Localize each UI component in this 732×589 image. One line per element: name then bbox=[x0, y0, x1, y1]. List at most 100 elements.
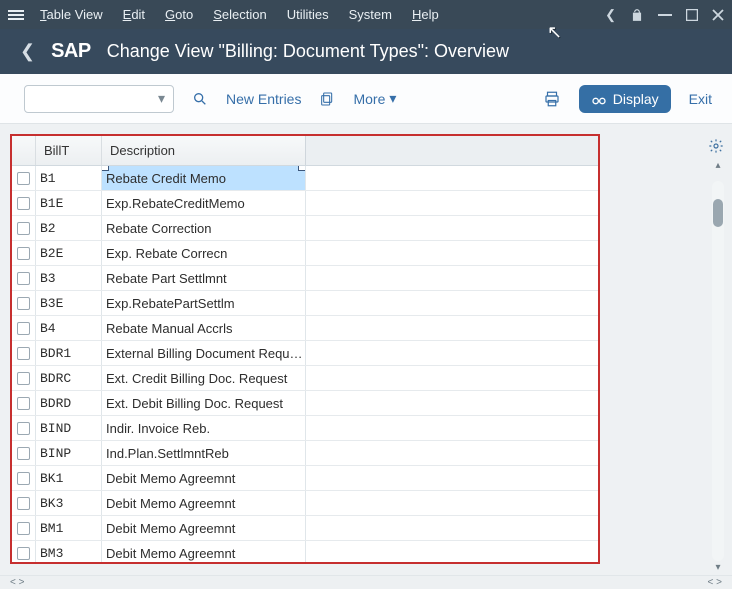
cell-billt[interactable]: B4 bbox=[36, 316, 102, 340]
row-select[interactable] bbox=[12, 491, 36, 515]
table-row[interactable]: BINDIndir. Invoice Reb. bbox=[12, 416, 598, 441]
table-row[interactable]: BM3Debit Memo Agreemnt bbox=[12, 541, 598, 564]
col-billt[interactable]: BillT bbox=[36, 136, 102, 165]
cell-description[interactable]: Rebate Correction bbox=[102, 216, 306, 240]
command-field[interactable]: ▾ bbox=[24, 85, 174, 113]
exit-button[interactable]: Exit bbox=[689, 91, 712, 107]
cell-billt[interactable]: BDRC bbox=[36, 366, 102, 390]
minimize-icon[interactable] bbox=[658, 14, 672, 16]
cell-description[interactable]: Rebate Part Settlmnt bbox=[102, 266, 306, 290]
row-select[interactable] bbox=[12, 316, 36, 340]
table-row[interactable]: B1EExp.RebateCreditMemo bbox=[12, 191, 598, 216]
search-icon[interactable] bbox=[192, 91, 208, 107]
col-select[interactable] bbox=[12, 136, 36, 165]
row-checkbox[interactable] bbox=[17, 547, 30, 560]
cell-billt[interactable]: B3E bbox=[36, 291, 102, 315]
cell-billt[interactable]: BM1 bbox=[36, 516, 102, 540]
table-row[interactable]: B2EExp. Rebate Correcn bbox=[12, 241, 598, 266]
horizontal-scrollbar[interactable]: < > < > bbox=[0, 575, 732, 589]
scroll-left-icon[interactable]: < > bbox=[10, 577, 24, 588]
menu-item-help[interactable]: Help bbox=[412, 7, 439, 22]
new-entries-button[interactable]: New Entries bbox=[226, 91, 301, 107]
cell-billt[interactable]: BDRD bbox=[36, 391, 102, 415]
cell-description[interactable]: Rebate Manual Accrls bbox=[102, 316, 306, 340]
cell-description[interactable]: Exp.RebateCreditMemo bbox=[102, 191, 306, 215]
scroll-right-icon[interactable]: < > bbox=[708, 577, 722, 588]
row-select[interactable] bbox=[12, 216, 36, 240]
scroll-down-icon[interactable]: ▾ bbox=[712, 561, 724, 573]
print-icon[interactable] bbox=[543, 90, 561, 108]
cell-billt[interactable]: B2 bbox=[36, 216, 102, 240]
table-row[interactable]: B2Rebate Correction bbox=[12, 216, 598, 241]
row-select[interactable] bbox=[12, 191, 36, 215]
cell-description[interactable]: External Billing Document Requ… bbox=[102, 341, 306, 365]
row-select[interactable] bbox=[12, 341, 36, 365]
table-row[interactable]: B3Rebate Part Settlmnt bbox=[12, 266, 598, 291]
cell-billt[interactable]: BM3 bbox=[36, 541, 102, 564]
copy-icon[interactable] bbox=[319, 91, 335, 107]
cell-description[interactable]: Debit Memo Agreemnt bbox=[102, 466, 306, 490]
scroll-up-icon[interactable]: ▴ bbox=[712, 159, 724, 171]
cell-billt[interactable]: B1E bbox=[36, 191, 102, 215]
row-checkbox[interactable] bbox=[17, 472, 30, 485]
row-checkbox[interactable] bbox=[17, 347, 30, 360]
row-select[interactable] bbox=[12, 416, 36, 440]
row-checkbox[interactable] bbox=[17, 197, 30, 210]
row-checkbox[interactable] bbox=[17, 297, 30, 310]
row-select[interactable] bbox=[12, 166, 36, 190]
row-checkbox[interactable] bbox=[17, 172, 30, 185]
table-row[interactable]: BK1Debit Memo Agreemnt bbox=[12, 466, 598, 491]
cell-description[interactable]: Debit Memo Agreemnt bbox=[102, 541, 306, 564]
menu-item-table-view[interactable]: Table View bbox=[40, 7, 103, 22]
vertical-scrollbar[interactable] bbox=[712, 181, 724, 561]
row-select[interactable] bbox=[12, 241, 36, 265]
table-row[interactable]: BDR1External Billing Document Requ… bbox=[12, 341, 598, 366]
cell-billt[interactable]: B2E bbox=[36, 241, 102, 265]
table-row[interactable]: B3EExp.RebatePartSettlm bbox=[12, 291, 598, 316]
row-checkbox[interactable] bbox=[17, 422, 30, 435]
row-select[interactable] bbox=[12, 516, 36, 540]
cell-billt[interactable]: B1 bbox=[36, 166, 102, 190]
row-select[interactable] bbox=[12, 441, 36, 465]
menu-item-utilities[interactable]: Utilities bbox=[287, 7, 329, 22]
cell-description[interactable]: Debit Memo Agreemnt bbox=[102, 516, 306, 540]
cell-billt[interactable]: BINP bbox=[36, 441, 102, 465]
cell-description[interactable]: Ext. Credit Billing Doc. Request bbox=[102, 366, 306, 390]
table-row[interactable]: BM1Debit Memo Agreemnt bbox=[12, 516, 598, 541]
row-checkbox[interactable] bbox=[17, 447, 30, 460]
cell-description[interactable]: Debit Memo Agreemnt bbox=[102, 491, 306, 515]
display-button[interactable]: Display bbox=[579, 85, 671, 113]
unlock-icon[interactable] bbox=[630, 8, 644, 22]
row-checkbox[interactable] bbox=[17, 247, 30, 260]
row-checkbox[interactable] bbox=[17, 397, 30, 410]
table-row[interactable]: BINPInd.Plan.SettlmntReb bbox=[12, 441, 598, 466]
col-description[interactable]: Description bbox=[102, 136, 306, 165]
menu-item-edit[interactable]: Edit bbox=[123, 7, 145, 22]
row-select[interactable] bbox=[12, 366, 36, 390]
table-row[interactable]: B4Rebate Manual Accrls bbox=[12, 316, 598, 341]
row-checkbox[interactable] bbox=[17, 322, 30, 335]
menu-item-system[interactable]: System bbox=[349, 7, 392, 22]
scrollbar-thumb[interactable] bbox=[713, 199, 723, 227]
chevron-left-icon[interactable]: ❮ bbox=[605, 7, 616, 23]
menu-item-selection[interactable]: Selection bbox=[213, 7, 266, 22]
hamburger-icon[interactable] bbox=[8, 8, 24, 22]
cell-description[interactable]: Rebate Credit Memo bbox=[102, 166, 306, 190]
back-button[interactable]: ❮ bbox=[20, 41, 35, 62]
close-icon[interactable] bbox=[712, 9, 724, 21]
maximize-icon[interactable] bbox=[686, 9, 698, 21]
row-checkbox[interactable] bbox=[17, 272, 30, 285]
cell-description[interactable]: Exp. Rebate Correcn bbox=[102, 241, 306, 265]
table-row[interactable]: BK3Debit Memo Agreemnt bbox=[12, 491, 598, 516]
table-row[interactable]: BDRCExt. Credit Billing Doc. Request bbox=[12, 366, 598, 391]
row-select[interactable] bbox=[12, 266, 36, 290]
cell-description[interactable]: Ext. Debit Billing Doc. Request bbox=[102, 391, 306, 415]
row-select[interactable] bbox=[12, 466, 36, 490]
cell-description[interactable]: Exp.RebatePartSettlm bbox=[102, 291, 306, 315]
more-dropdown[interactable]: More ▾ bbox=[353, 90, 396, 107]
table-row[interactable]: BDRDExt. Debit Billing Doc. Request bbox=[12, 391, 598, 416]
cell-billt[interactable]: BK3 bbox=[36, 491, 102, 515]
row-select[interactable] bbox=[12, 541, 36, 564]
settings-icon[interactable] bbox=[708, 138, 724, 159]
row-checkbox[interactable] bbox=[17, 372, 30, 385]
